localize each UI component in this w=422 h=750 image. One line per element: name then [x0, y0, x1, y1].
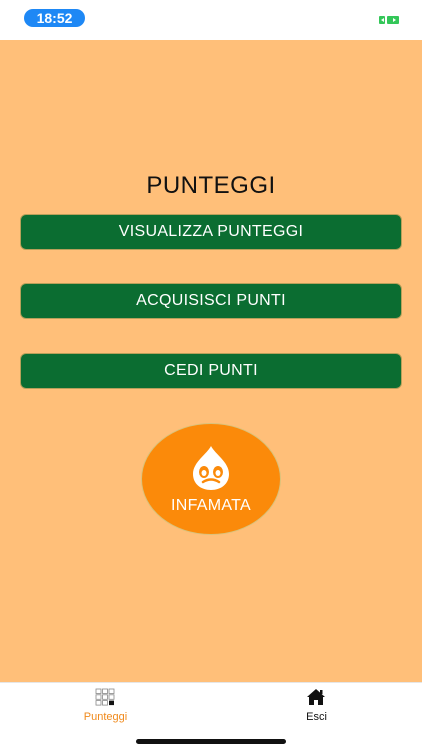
home-indicator [136, 739, 286, 744]
tab-punteggi-label: Punteggi [83, 711, 128, 723]
status-bar: 18:52 [0, 0, 422, 40]
tab-esci[interactable]: Esci [211, 683, 422, 733]
give-points-button[interactable]: CEDI PUNTI [20, 353, 402, 389]
view-scores-button[interactable]: VISUALIZZA PUNTEGGI [20, 214, 402, 250]
tab-esci-label: Esci [306, 711, 327, 723]
grid-icon [95, 688, 115, 706]
status-time: 18:52 [24, 9, 85, 27]
battery-icon [379, 16, 399, 24]
page-title: PUNTEGGI [146, 172, 276, 199]
infamata-button[interactable]: INFAMATA [141, 423, 281, 535]
acquire-points-button[interactable]: ACQUISISCI PUNTI [20, 283, 402, 319]
main-content: PUNTEGGI VISUALIZZA PUNTEGGI ACQUISISCI … [0, 40, 422, 682]
infamata-label: INFAMATA [170, 497, 252, 514]
tab-punteggi[interactable]: Punteggi [0, 683, 211, 733]
home-icon [307, 689, 325, 705]
drupal-drop-icon [193, 446, 229, 490]
